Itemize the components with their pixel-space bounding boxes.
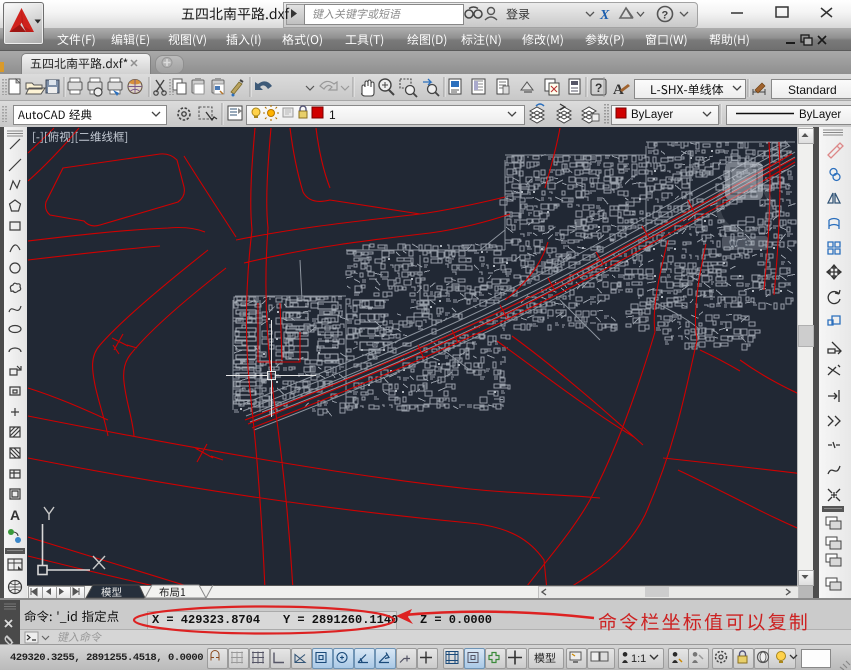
svg-text:?: ? <box>595 81 602 95</box>
svg-text:1:1: 1:1 <box>631 653 646 665</box>
svg-text:1: 1 <box>329 108 336 122</box>
svg-text:X: X <box>599 8 610 23</box>
svg-text:A: A <box>10 507 20 523</box>
svg-text:?: ? <box>662 10 669 22</box>
svg-text:WCS: WCS <box>728 239 749 249</box>
svg-text:ByLayer: ByLayer <box>631 109 673 121</box>
svg-text:ByLayer: ByLayer <box>799 109 841 121</box>
